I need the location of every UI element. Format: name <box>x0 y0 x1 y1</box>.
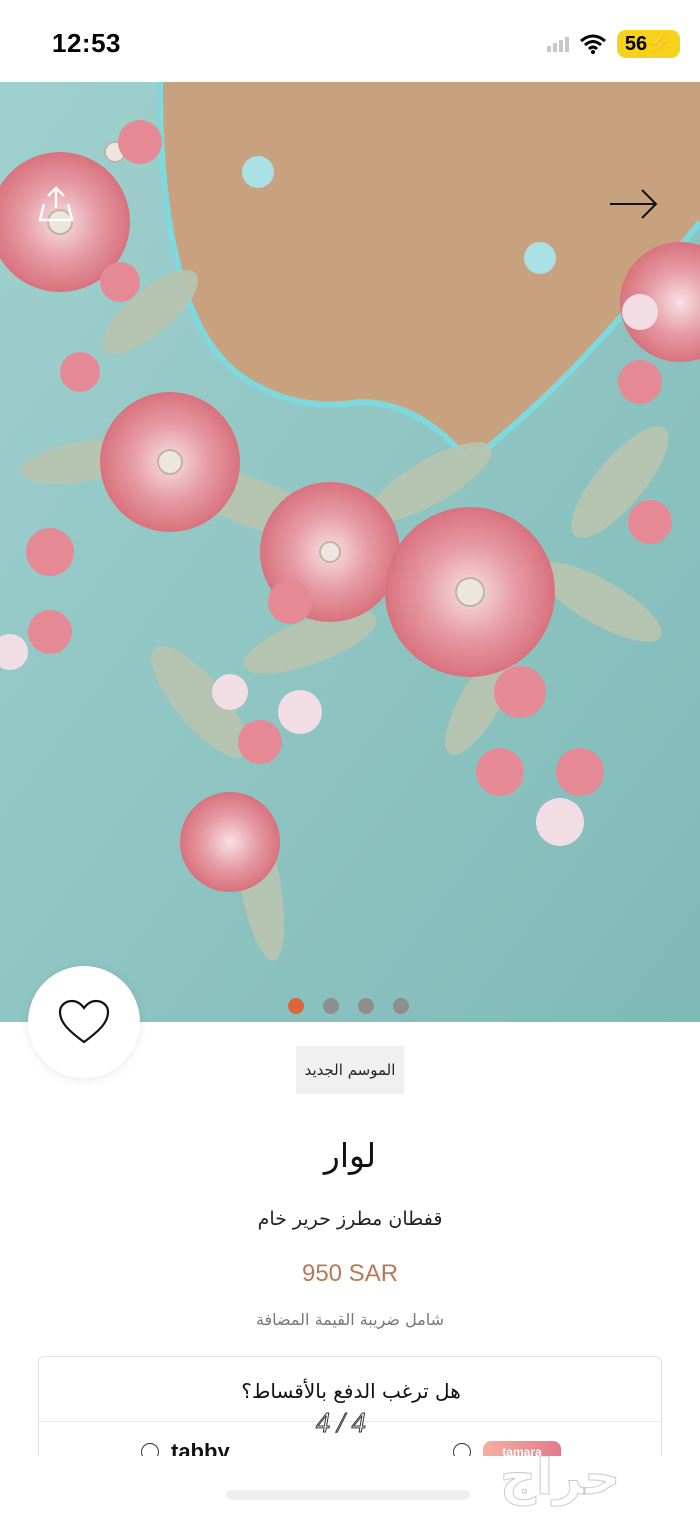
arrow-right-icon <box>610 189 658 219</box>
info-icon[interactable] <box>141 1443 159 1456</box>
gallery-pagination[interactable] <box>288 998 409 1014</box>
product-price: 950 SAR <box>301 1260 399 1287</box>
pagination-dot[interactable] <box>288 998 304 1014</box>
product-title: قفطان مطرز حرير خام <box>257 1208 443 1230</box>
brand-name[interactable]: لوار <box>0 1136 700 1175</box>
wishlist-button[interactable] <box>28 966 140 1078</box>
home-indicator[interactable] <box>226 1490 470 1500</box>
share-button[interactable] <box>34 182 78 226</box>
battery-indicator: 56⚡ <box>616 30 680 58</box>
installments-card: هل ترغب الدفع بالأقساط؟ tabby tamara <box>38 1356 662 1456</box>
product-image[interactable] <box>0 82 700 1022</box>
new-season-badge: الموسم الجديد <box>296 1046 404 1094</box>
pagination-dot[interactable] <box>358 998 374 1014</box>
info-icon[interactable] <box>453 1443 471 1456</box>
embroidered-kaftan-illustration <box>0 82 700 1022</box>
share-icon <box>38 186 74 222</box>
signal-icon <box>546 37 569 52</box>
image-counter: 4 / 4 <box>316 1408 367 1440</box>
next-image-button[interactable] <box>606 182 662 226</box>
battery-level: 56 <box>624 33 648 55</box>
haraj-watermark: حراج <box>499 1448 621 1507</box>
pagination-dot[interactable] <box>323 998 339 1014</box>
pagination-dot[interactable] <box>393 998 409 1014</box>
wifi-icon <box>579 34 606 54</box>
vat-note: شامل ضريبة القيمة المضافة <box>255 1310 445 1329</box>
tabby-logo[interactable]: tabby <box>171 1439 230 1456</box>
status-bar: 12:53 56⚡ <box>0 0 700 82</box>
heart-icon <box>58 999 110 1044</box>
status-time: 12:53 <box>52 28 121 58</box>
installments-title: هل ترغب الدفع بالأقساط؟ <box>241 1379 461 1403</box>
status-icons: 56⚡ <box>546 30 680 58</box>
